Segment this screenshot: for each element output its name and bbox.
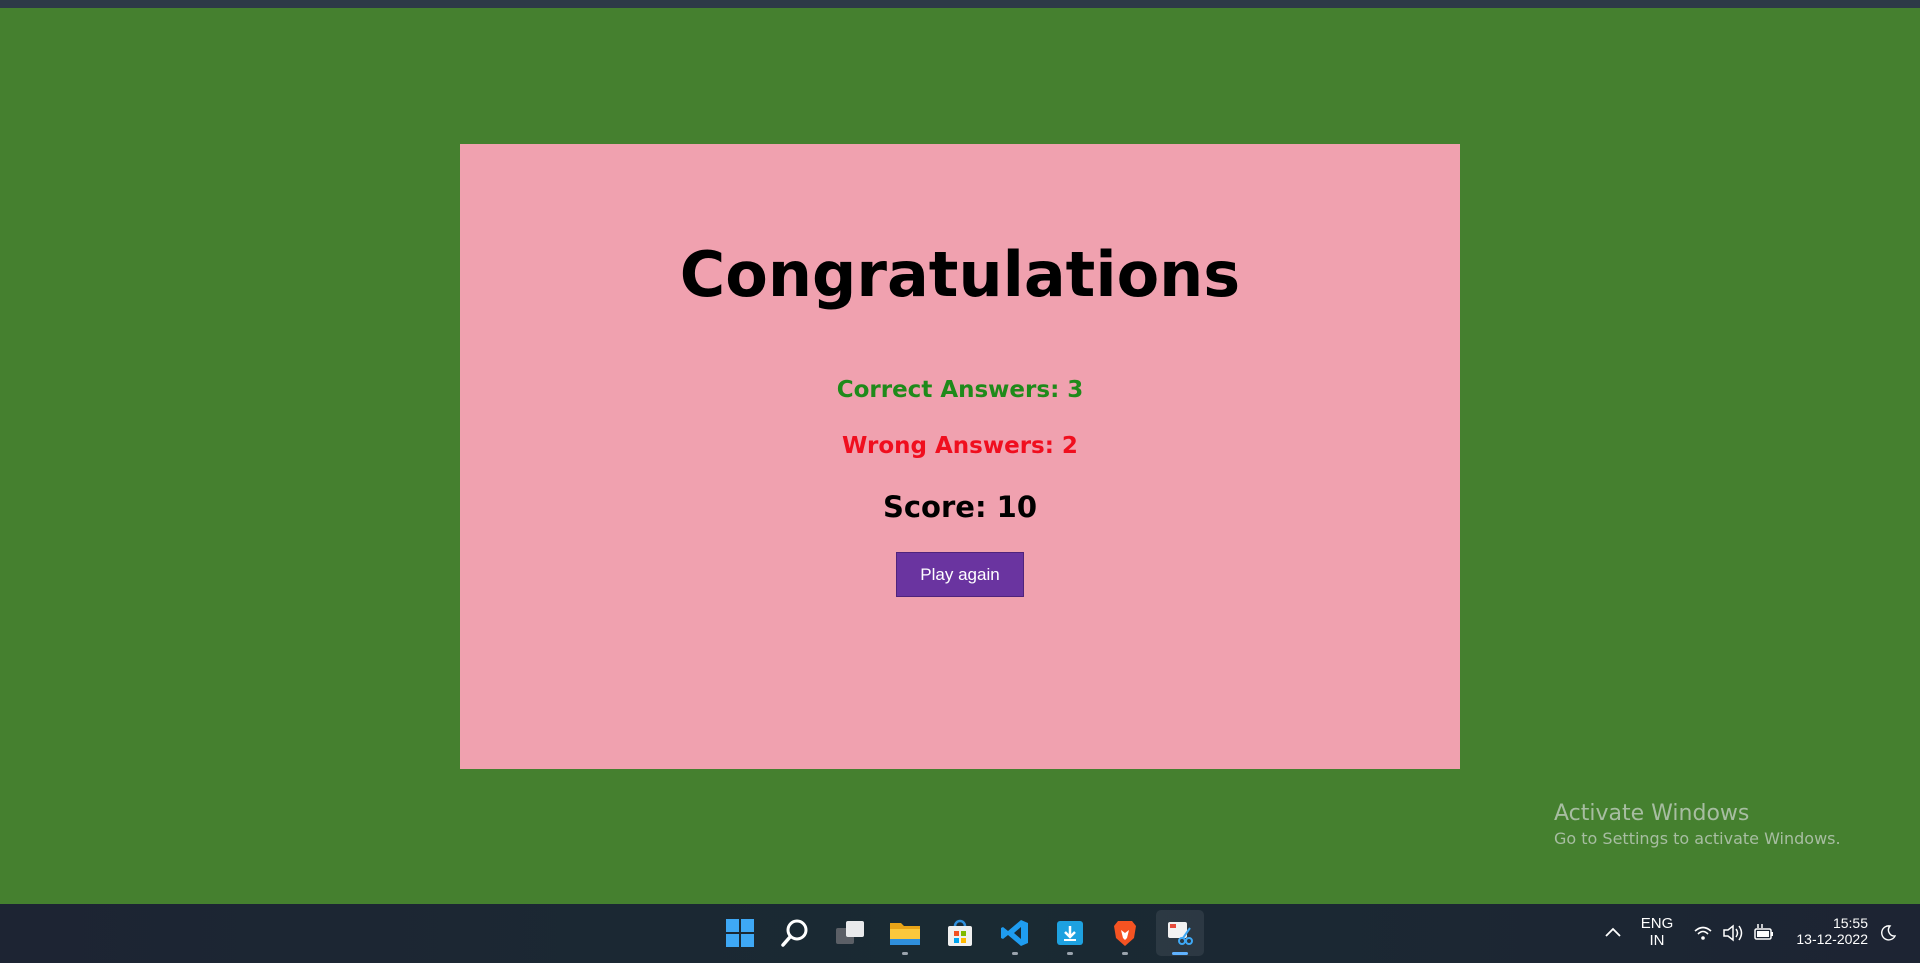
watermark-subtitle: Go to Settings to activate Windows.: [1554, 828, 1841, 848]
running-indicator: [902, 952, 908, 955]
volume-icon[interactable]: [1722, 924, 1744, 942]
language-indicator[interactable]: ENG IN: [1640, 915, 1674, 949]
task-view-button[interactable]: [826, 910, 874, 956]
watermark-title: Activate Windows: [1554, 801, 1750, 826]
task-view-icon: [836, 921, 864, 944]
vscode-icon: [1001, 920, 1028, 946]
installer-icon: [1057, 921, 1083, 945]
wifi-icon[interactable]: [1694, 925, 1712, 941]
taskbar: ENG IN 15:55 13-12-2022: [0, 904, 1920, 963]
result-title: Congratulations: [679, 238, 1241, 311]
region-code: IN: [1649, 932, 1665, 949]
wrong-answers-text: Wrong Answers: 2: [842, 433, 1078, 459]
microsoft-store-icon: [948, 919, 972, 946]
snipping-tool-button[interactable]: [1156, 910, 1204, 956]
search-icon: [781, 919, 808, 947]
focus-moon-icon[interactable]: [1880, 925, 1896, 941]
window-top-bar: [0, 0, 1920, 8]
activate-windows-watermark: Activate Windows Go to Settings to activ…: [1554, 800, 1841, 849]
file-explorer-button[interactable]: [881, 910, 929, 956]
installer-button[interactable]: [1046, 910, 1094, 956]
result-card: Congratulations Correct Answers: 3 Wrong…: [460, 144, 1460, 769]
battery-icon[interactable]: [1752, 923, 1774, 943]
clock-date: 13-12-2022: [1796, 931, 1868, 947]
running-indicator: [1012, 952, 1018, 955]
running-indicator: [1122, 952, 1128, 955]
snipping-tool-icon: [1168, 922, 1193, 945]
chevron-up-icon[interactable]: [1604, 926, 1622, 938]
running-indicator: [1067, 952, 1073, 955]
start-button[interactable]: [716, 910, 764, 956]
brave-browser-icon: [1114, 921, 1136, 946]
correct-answers-text: Correct Answers: 3: [836, 377, 1084, 403]
language-code: ENG: [1640, 915, 1674, 932]
start-icon: [726, 919, 754, 947]
brave-browser-button[interactable]: [1101, 910, 1149, 956]
score-text: Score: 10: [882, 490, 1038, 524]
search-button[interactable]: [771, 910, 819, 956]
microsoft-store-button[interactable]: [936, 910, 984, 956]
clock-time: 15:55: [1832, 915, 1868, 931]
file-explorer-icon: [890, 923, 920, 945]
play-again-button[interactable]: Play again: [896, 552, 1024, 597]
clock[interactable]: 15:55 13-12-2022: [1780, 915, 1868, 947]
running-indicator: [1172, 952, 1188, 955]
vscode-button[interactable]: [991, 910, 1039, 956]
